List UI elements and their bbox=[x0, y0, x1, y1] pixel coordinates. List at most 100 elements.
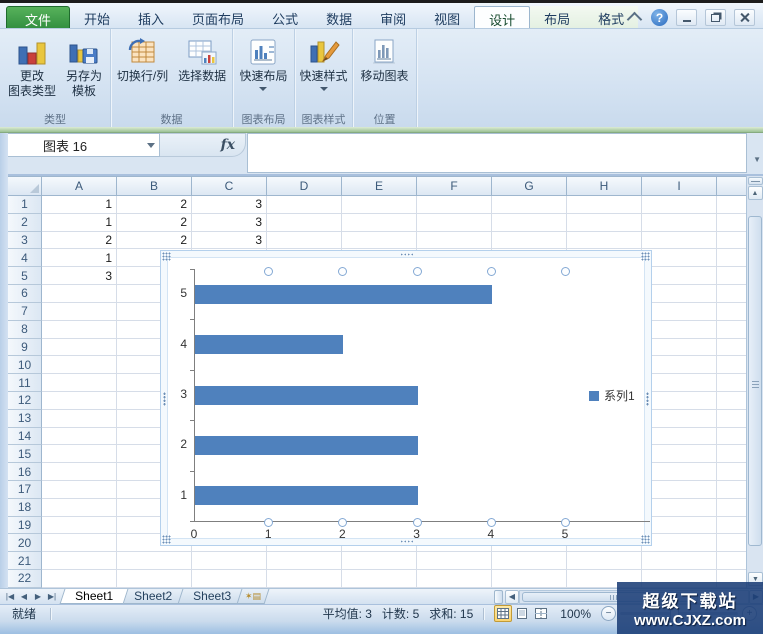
scroll-left-button[interactable]: ◀ bbox=[505, 590, 519, 604]
cell-J20[interactable] bbox=[717, 534, 746, 552]
cell-J17[interactable] bbox=[717, 481, 746, 499]
cell-I7[interactable] bbox=[642, 303, 717, 321]
cell-I17[interactable] bbox=[642, 481, 717, 499]
cell-H3[interactable] bbox=[567, 232, 642, 250]
column-header-D[interactable]: D bbox=[267, 176, 342, 196]
gridline-handle[interactable] bbox=[338, 267, 347, 276]
cell-E21[interactable] bbox=[342, 552, 417, 570]
cell-E3[interactable] bbox=[342, 232, 417, 250]
cell-F21[interactable] bbox=[417, 552, 492, 570]
column-header-F[interactable]: F bbox=[417, 176, 492, 196]
sheet-tab-sheet1[interactable]: Sheet1 bbox=[60, 589, 129, 604]
gridline-handle[interactable] bbox=[487, 267, 496, 276]
cell-A1[interactable]: 1 bbox=[42, 196, 117, 214]
cell-B22[interactable] bbox=[117, 570, 192, 588]
bar-category-1[interactable] bbox=[195, 486, 418, 505]
normal-view-button[interactable] bbox=[494, 605, 512, 622]
quick-style-button[interactable]: 快速样式 bbox=[296, 33, 352, 93]
row-header-20[interactable]: 20 bbox=[8, 534, 42, 552]
cell-J21[interactable] bbox=[717, 552, 746, 570]
cell-J2[interactable] bbox=[717, 214, 746, 232]
first-sheet-icon[interactable]: |◀ bbox=[4, 592, 16, 601]
chart-edge-handle[interactable] bbox=[400, 253, 414, 256]
change-chart-type-button[interactable]: 更改 图表类型 bbox=[4, 33, 60, 101]
column-header-E[interactable]: E bbox=[342, 176, 417, 196]
minimize-ribbon-icon[interactable] bbox=[625, 10, 643, 26]
cell-I1[interactable] bbox=[642, 196, 717, 214]
row-header-5[interactable]: 5 bbox=[8, 267, 42, 285]
chart-corner-handle[interactable] bbox=[162, 252, 171, 261]
cell-I5[interactable] bbox=[642, 267, 717, 285]
formula-input[interactable] bbox=[247, 133, 747, 173]
bar-category-3[interactable] bbox=[195, 386, 418, 405]
cell-A21[interactable] bbox=[42, 552, 117, 570]
select-data-button[interactable]: 选择数据 bbox=[174, 33, 230, 86]
row-header-10[interactable]: 10 bbox=[8, 356, 42, 374]
cell-F2[interactable] bbox=[417, 214, 492, 232]
cell-F1[interactable] bbox=[417, 196, 492, 214]
row-header-7[interactable]: 7 bbox=[8, 303, 42, 321]
cell-A22[interactable] bbox=[42, 570, 117, 588]
cell-A17[interactable] bbox=[42, 481, 117, 499]
help-icon[interactable]: ? bbox=[651, 9, 668, 26]
cell-I21[interactable] bbox=[642, 552, 717, 570]
row-header-11[interactable]: 11 bbox=[8, 374, 42, 392]
save-as-template-button[interactable]: 另存为 模板 bbox=[62, 33, 106, 101]
cell-J3[interactable] bbox=[717, 232, 746, 250]
cell-A13[interactable] bbox=[42, 410, 117, 428]
cell-E22[interactable] bbox=[342, 570, 417, 588]
cell-I13[interactable] bbox=[642, 410, 717, 428]
chart-edge-handle[interactable] bbox=[646, 392, 649, 406]
row-header-21[interactable]: 21 bbox=[8, 552, 42, 570]
row-header-15[interactable]: 15 bbox=[8, 445, 42, 463]
close-window-button[interactable] bbox=[734, 9, 755, 26]
gridline-handle[interactable] bbox=[561, 267, 570, 276]
cell-I11[interactable] bbox=[642, 374, 717, 392]
chart-object[interactable]: 系列1 12345012345 bbox=[160, 250, 652, 546]
cell-I6[interactable] bbox=[642, 285, 717, 303]
cell-A4[interactable]: 1 bbox=[42, 249, 117, 267]
chart-corner-handle[interactable] bbox=[641, 535, 650, 544]
cell-A8[interactable] bbox=[42, 321, 117, 339]
cell-I10[interactable] bbox=[642, 356, 717, 374]
cell-A6[interactable] bbox=[42, 285, 117, 303]
switch-row-column-button[interactable]: 切换行/列 bbox=[113, 33, 172, 86]
next-sheet-icon[interactable]: ▶ bbox=[32, 592, 44, 601]
restore-window-button[interactable] bbox=[705, 9, 726, 26]
cell-J10[interactable] bbox=[717, 356, 746, 374]
gridline-handle[interactable] bbox=[338, 518, 347, 527]
cell-A20[interactable] bbox=[42, 534, 117, 552]
bar-category-5[interactable] bbox=[195, 285, 492, 304]
cell-I15[interactable] bbox=[642, 445, 717, 463]
cell-H1[interactable] bbox=[567, 196, 642, 214]
gridline-handle[interactable] bbox=[487, 518, 496, 527]
value-axis-line[interactable] bbox=[194, 521, 650, 522]
cell-I16[interactable] bbox=[642, 463, 717, 481]
cell-E2[interactable] bbox=[342, 214, 417, 232]
cell-B21[interactable] bbox=[117, 552, 192, 570]
cell-A12[interactable] bbox=[42, 392, 117, 410]
cell-J14[interactable] bbox=[717, 428, 746, 446]
name-box-dropdown-icon[interactable] bbox=[147, 143, 155, 148]
gridline-handle[interactable] bbox=[413, 267, 422, 276]
cell-A18[interactable] bbox=[42, 499, 117, 517]
row-header-6[interactable]: 6 bbox=[8, 285, 42, 303]
move-chart-button[interactable]: 移动图表 bbox=[356, 33, 412, 86]
row-header-12[interactable]: 12 bbox=[8, 392, 42, 410]
cell-J15[interactable] bbox=[717, 445, 746, 463]
row-header-4[interactable]: 4 bbox=[8, 249, 42, 267]
vertical-scrollbar-thumb[interactable] bbox=[748, 216, 762, 546]
cell-I2[interactable] bbox=[642, 214, 717, 232]
column-header-C[interactable]: C bbox=[192, 176, 267, 196]
cell-J13[interactable] bbox=[717, 410, 746, 428]
cell-I20[interactable] bbox=[642, 534, 717, 552]
chart-corner-handle[interactable] bbox=[641, 252, 650, 261]
cell-I12[interactable] bbox=[642, 392, 717, 410]
cell-D22[interactable] bbox=[267, 570, 342, 588]
cell-J9[interactable] bbox=[717, 339, 746, 357]
cell-D3[interactable] bbox=[267, 232, 342, 250]
chart-edge-handle[interactable] bbox=[163, 392, 166, 406]
row-header-17[interactable]: 17 bbox=[8, 481, 42, 499]
cell-J18[interactable] bbox=[717, 499, 746, 517]
gridline-handle[interactable] bbox=[413, 518, 422, 527]
